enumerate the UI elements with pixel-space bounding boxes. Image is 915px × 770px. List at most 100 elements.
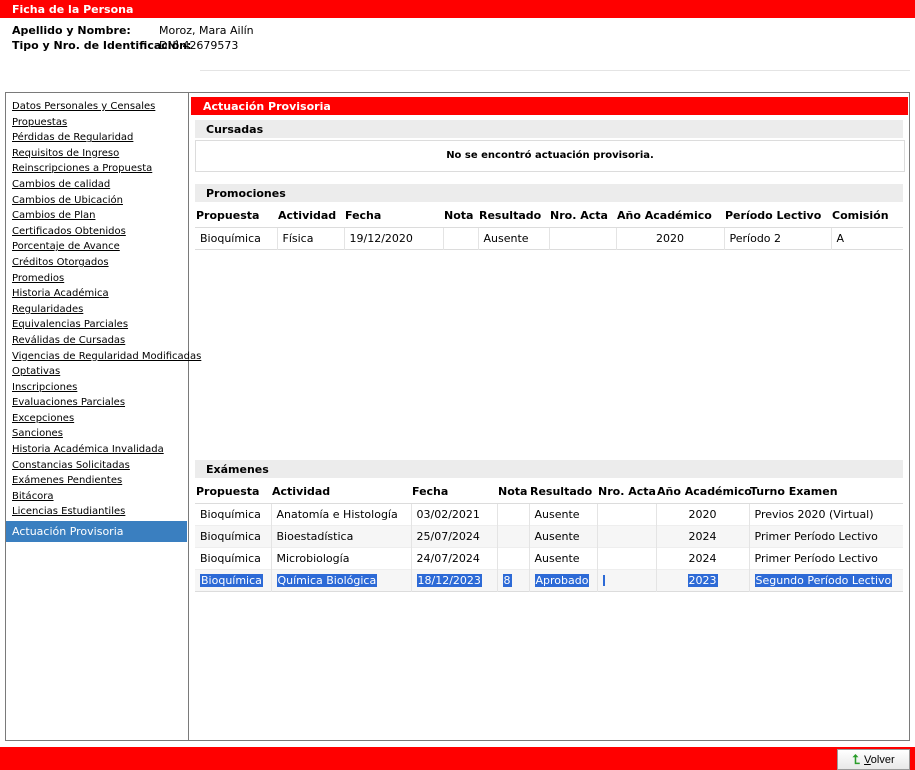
section-title: Actuación Provisoria	[191, 97, 908, 115]
sidebar-item-evaluaciones-parciales[interactable]: Evaluaciones Parciales	[6, 395, 188, 411]
cell-propuesta: Bioquímica	[195, 525, 272, 547]
cell-nota: 8	[497, 569, 530, 591]
table-row[interactable]: Bioquímica Bioestadística 25/07/2024 Aus…	[195, 525, 903, 547]
cell-fecha: 03/02/2021	[411, 503, 498, 525]
col-anio-academico: Año Académico	[656, 481, 752, 504]
cell-nro-acta	[597, 547, 657, 569]
cell-propuesta: Bioquímica	[195, 503, 272, 525]
sidebar-nav: Datos Personales y Censales Propuestas P…	[6, 93, 201, 740]
col-actividad: Actividad	[277, 205, 344, 228]
table-row[interactable]: Bioquímica Microbiología 24/07/2024 Ause…	[195, 547, 903, 569]
sidebar-item-historia-academica[interactable]: Historia Académica	[6, 286, 188, 302]
col-nota: Nota	[443, 205, 478, 228]
sidebar-item-excepciones[interactable]: Excepciones	[6, 411, 188, 427]
cell-fecha: 25/07/2024	[411, 525, 498, 547]
sidebar-item-constancias[interactable]: Constancias Solicitadas	[6, 458, 188, 474]
sidebar-item-cambios-plan[interactable]: Cambios de Plan	[6, 208, 188, 224]
sidebar-item-vigencias[interactable]: Vigencias de Regularidad Modificadas	[6, 349, 201, 365]
sidebar-item-examenes-pendientes[interactable]: Exámenes Pendientes	[6, 473, 188, 489]
col-nota: Nota	[497, 481, 529, 504]
col-fecha: Fecha	[411, 481, 497, 504]
cell-anio-academico: 2024	[656, 525, 750, 547]
cell-fecha: 18/12/2023	[411, 569, 498, 591]
cell-actividad: Química Biológica	[271, 569, 412, 591]
col-resultado: Resultado	[478, 205, 549, 228]
sidebar-item-requisitos-ingreso[interactable]: Requisitos de Ingreso	[6, 146, 188, 162]
table-row[interactable]: Bioquímica Física 19/12/2020 Ausente 202…	[195, 227, 903, 249]
examenes-header-row: Propuesta Actividad Fecha Nota Resultado…	[195, 481, 903, 504]
col-periodo-lectivo: Período Lectivo	[724, 205, 831, 228]
col-comision: Comisión	[831, 205, 903, 228]
sidebar-item-licencias[interactable]: Licencias Estudiantiles	[6, 504, 188, 520]
cell-periodo-lectivo: Período 2	[724, 227, 832, 249]
cell-turno-examen: Primer Período Lectivo	[749, 525, 903, 547]
sidebar-item-actuacion-provisoria[interactable]: Actuación Provisoria	[6, 521, 187, 543]
back-button[interactable]: ⮤ Volver	[837, 749, 910, 770]
cell-nro-acta	[549, 227, 617, 249]
page-title-bar: Ficha de la Persona	[0, 0, 915, 18]
header-divider	[200, 70, 910, 71]
promociones-header: Promociones	[195, 184, 903, 202]
back-button-label: Volver	[864, 753, 895, 766]
cell-actividad: Bioestadística	[271, 525, 412, 547]
id-value: DNI 42679573	[159, 39, 239, 52]
sidebar-item-perdidas-regularidad[interactable]: Pérdidas de Regularidad	[6, 130, 188, 146]
name-value: Moroz, Mara Ailín	[159, 24, 254, 37]
sidebar-item-revalidas[interactable]: Reválidas de Cursadas	[6, 333, 188, 349]
sidebar-item-bitacora[interactable]: Bitácora	[6, 489, 188, 505]
cell-turno-examen: Previos 2020 (Virtual)	[749, 503, 903, 525]
green-return-arrow-icon: ⮤	[852, 751, 861, 767]
col-fecha: Fecha	[344, 205, 443, 228]
sidebar-item-sanciones[interactable]: Sanciones	[6, 426, 188, 442]
cursadas-header: Cursadas	[195, 120, 903, 138]
col-anio-academico: Año Académico	[616, 205, 724, 228]
cell-comision: A	[831, 227, 903, 249]
cell-nota	[443, 227, 479, 249]
cell-resultado: Ausente	[529, 503, 598, 525]
col-resultado: Resultado	[529, 481, 597, 504]
cell-nro-acta	[597, 525, 657, 547]
promociones-table: Propuesta Actividad Fecha Nota Resultado…	[195, 205, 903, 250]
cell-propuesta: Bioquímica	[195, 569, 272, 591]
sidebar-item-propuestas[interactable]: Propuestas	[6, 115, 188, 131]
cell-fecha: 19/12/2020	[344, 227, 444, 249]
sidebar-item-regularidades[interactable]: Regularidades	[6, 302, 188, 318]
cell-turno-examen: Primer Período Lectivo	[749, 547, 903, 569]
cell-propuesta: Bioquímica	[195, 547, 272, 569]
sidebar-item-cambios-calidad[interactable]: Cambios de calidad	[6, 177, 188, 193]
sidebar-item-historia-invalidada[interactable]: Historia Académica Invalidada	[6, 442, 188, 458]
cell-nota	[497, 547, 530, 569]
col-propuesta: Propuesta	[195, 205, 277, 228]
col-nro-acta: Nro. Acta	[549, 205, 616, 228]
cell-resultado: Ausente	[478, 227, 550, 249]
cell-nota	[497, 525, 530, 547]
cell-anio-academico: 2020	[656, 503, 750, 525]
cell-anio-academico: 2023	[656, 569, 750, 591]
sidebar-item-promedios[interactable]: Promedios	[6, 271, 188, 287]
sidebar-item-optativas[interactable]: Optativas	[6, 364, 188, 380]
sidebar-item-inscripciones[interactable]: Inscripciones	[6, 380, 188, 396]
sidebar-item-certificados[interactable]: Certificados Obtenidos	[6, 224, 188, 240]
person-summary: Apellido y Nombre: Moroz, Mara Ailín Tip…	[12, 23, 254, 53]
cell-fecha: 24/07/2024	[411, 547, 498, 569]
main-panel: Actuación Provisoria Cursadas No se enco…	[190, 93, 909, 740]
cell-actividad: Anatomía e Histología	[271, 503, 412, 525]
sidebar-item-equivalencias[interactable]: Equivalencias Parciales	[6, 317, 188, 333]
name-label: Apellido y Nombre:	[12, 24, 131, 37]
cell-resultado: Ausente	[529, 525, 598, 547]
col-turno-examen: Turno Examen	[749, 481, 903, 504]
sidebar-item-porcentaje-avance[interactable]: Porcentaje de Avance	[6, 239, 188, 255]
cell-anio-academico: 2024	[656, 547, 750, 569]
content-frame: Datos Personales y Censales Propuestas P…	[5, 92, 910, 741]
footer-bar	[0, 747, 915, 770]
sidebar-item-cambios-ubicacion[interactable]: Cambios de Ubicación	[6, 193, 188, 209]
sidebar-item-creditos[interactable]: Créditos Otorgados	[6, 255, 188, 271]
sidebar-item-reinscripciones[interactable]: Reinscripciones a Propuesta	[6, 161, 188, 177]
table-row[interactable]: Bioquímica Anatomía e Histología 03/02/2…	[195, 503, 903, 525]
table-row-selected[interactable]: Bioquímica Química Biológica 18/12/2023 …	[195, 569, 903, 591]
cell-actividad: Microbiología	[271, 547, 412, 569]
col-nro-acta: Nro. Acta	[597, 481, 656, 504]
cell-resultado: Ausente	[529, 547, 598, 569]
sidebar-item-datos-personales[interactable]: Datos Personales y Censales	[6, 99, 188, 115]
cell-nro-acta	[597, 569, 657, 591]
